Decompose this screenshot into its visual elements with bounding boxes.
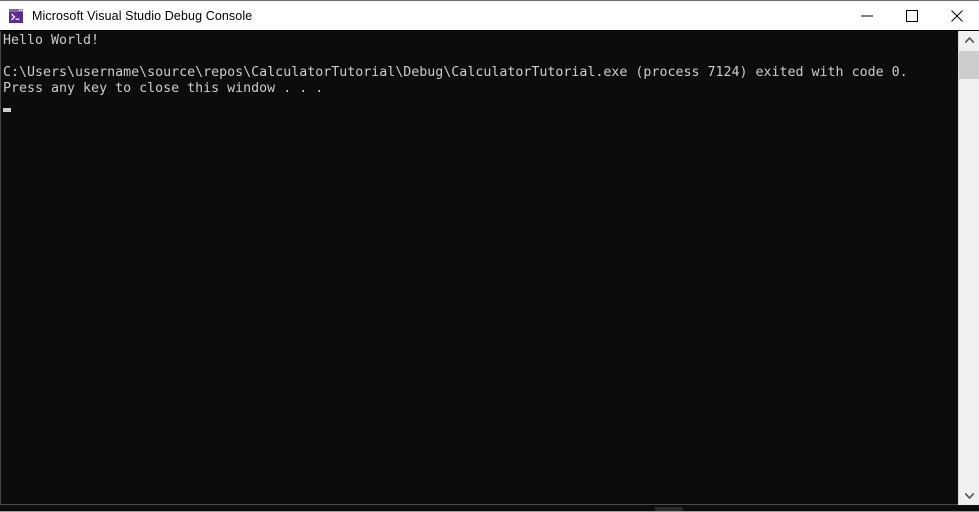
maximize-icon: [905, 9, 918, 22]
close-icon: [950, 9, 963, 22]
window-controls: [844, 1, 979, 30]
vertical-scrollbar-thumb[interactable]: [959, 51, 979, 79]
close-button[interactable]: [934, 1, 979, 30]
text-cursor: [3, 108, 11, 112]
scroll-down-button[interactable]: [959, 487, 979, 505]
chevron-down-icon: [964, 493, 974, 499]
vertical-scrollbar[interactable]: [958, 31, 979, 505]
console-output-pane[interactable]: Hello World! C:\Users\username\source\rep…: [0, 31, 958, 505]
console-output: Hello World! C:\Users\username\source\rep…: [3, 33, 958, 97]
minimize-icon: [860, 10, 873, 22]
window-title: Microsoft Visual Studio Debug Console: [32, 8, 253, 23]
vertical-scrollbar-track[interactable]: [959, 49, 979, 487]
titlebar[interactable]: Microsoft Visual Studio Debug Console: [0, 1, 979, 31]
console-area: Hello World! C:\Users\username\source\rep…: [0, 31, 979, 505]
console-line: Hello World!: [3, 33, 100, 48]
console-app-icon: [8, 8, 24, 24]
minimize-button[interactable]: [844, 1, 889, 30]
maximize-button[interactable]: [889, 1, 934, 30]
debug-console-window: Microsoft Visual Studio Debug Console He…: [0, 0, 979, 512]
chevron-up-icon: [964, 37, 974, 43]
console-line: Press any key to close this window . . .: [3, 81, 324, 96]
console-line: C:\Users\username\source\repos\Calculato…: [3, 65, 908, 80]
scroll-up-button[interactable]: [959, 31, 979, 49]
